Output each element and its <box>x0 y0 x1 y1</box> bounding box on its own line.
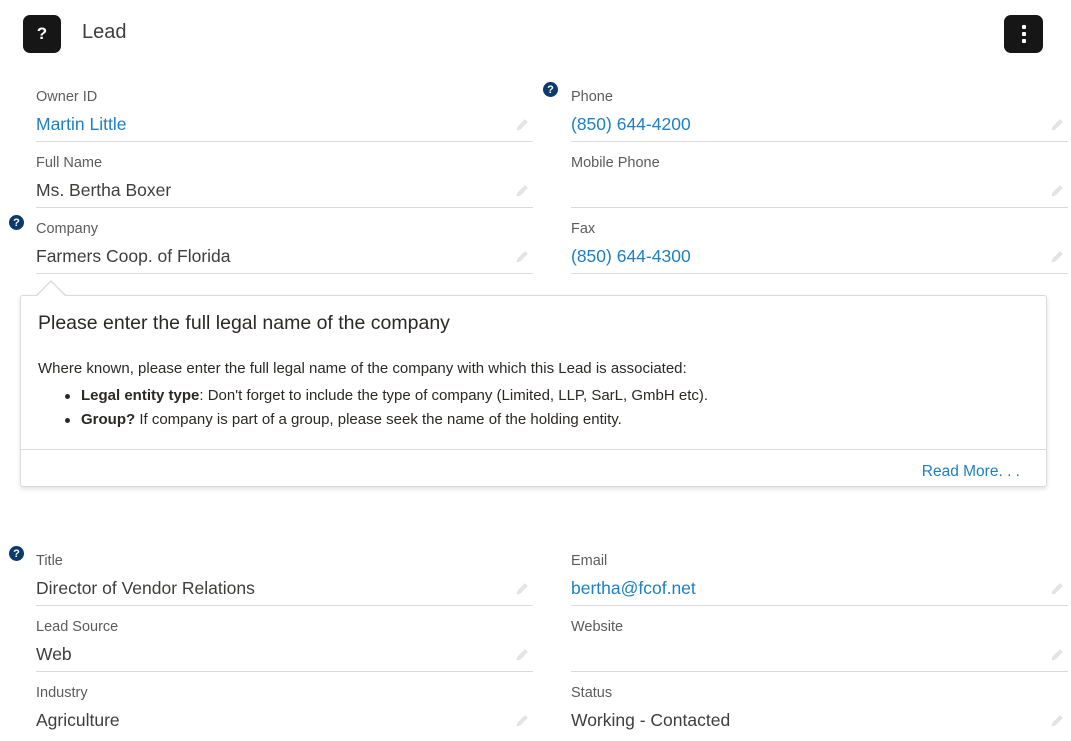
field-owner-id: Owner ID Martin Little <box>36 76 533 142</box>
field-mobile-phone: Mobile Phone <box>571 142 1068 208</box>
edit-pencil-icon[interactable] <box>1051 582 1064 595</box>
field-value: Working - Contacted <box>571 710 731 730</box>
field-status: Status Working - Contacted <box>571 672 1068 738</box>
field-fax: Fax (850) 644-4300 <box>571 208 1068 274</box>
field-value: Ms. Bertha Boxer <box>36 180 172 200</box>
field-website: Website <box>571 606 1068 672</box>
field-value: Web <box>36 644 72 664</box>
field-value: Agriculture <box>36 710 120 730</box>
popover-list-item: Group? If company is part of a group, pl… <box>64 408 708 432</box>
field-label: Title <box>36 553 63 569</box>
edit-pencil-icon[interactable] <box>1051 184 1064 197</box>
field-label: Fax <box>571 221 596 237</box>
edit-pencil-icon[interactable] <box>516 118 529 131</box>
list-item-bold: Group? <box>81 411 136 428</box>
popover-list-item: Legal entity type: Don't forget to inclu… <box>64 384 709 408</box>
field-lead-source: Lead Source Web <box>36 606 533 672</box>
field-full-name: Full Name Ms. Bertha Boxer <box>36 142 533 208</box>
edit-pencil-icon[interactable] <box>516 250 529 263</box>
field-company: Company Farmers Coop. of Florida <box>36 208 533 274</box>
owner-link[interactable]: Martin Little <box>36 114 126 135</box>
field-industry: Industry Agriculture <box>36 672 533 738</box>
company-help-icon[interactable]: ? <box>9 215 24 230</box>
field-label: Owner ID <box>36 89 98 105</box>
help-badge-icon[interactable]: ? <box>23 15 61 53</box>
popover-footer-divider <box>21 449 1046 450</box>
popover-arrow-fill <box>37 282 65 296</box>
email-link[interactable]: bertha@fcof.net <box>571 578 696 599</box>
more-vertical-icon[interactable] <box>1004 15 1043 53</box>
menu-dot <box>1021 39 1026 43</box>
field-label: Company <box>36 221 99 237</box>
field-label: Phone <box>571 89 613 105</box>
menu-dot <box>1021 25 1026 29</box>
list-item-text: If company is part of a group, please se… <box>135 411 622 428</box>
field-divider <box>571 273 1068 274</box>
phone-link[interactable]: (850) 644-4200 <box>571 114 691 135</box>
field-label: Website <box>571 619 624 635</box>
field-label: Full Name <box>36 155 103 171</box>
edit-pencil-icon[interactable] <box>1051 714 1064 727</box>
title-help-icon[interactable]: ? <box>9 546 24 561</box>
field-label: Mobile Phone <box>571 155 660 171</box>
edit-pencil-icon[interactable] <box>1051 118 1064 131</box>
popover-list: Legal entity type: Don't forget to inclu… <box>64 384 709 432</box>
field-phone: Phone (850) 644-4200 <box>571 76 1068 142</box>
list-item-text: : Don't forget to include the type of co… <box>199 387 709 404</box>
popover-title: Please enter the full legal name of the … <box>38 312 450 334</box>
lead-record-page: ? Lead Owner ID Martin Little ? Phone (8… <box>0 0 1071 741</box>
edit-pencil-icon[interactable] <box>516 582 529 595</box>
phone-help-icon[interactable]: ? <box>543 82 558 97</box>
edit-pencil-icon[interactable] <box>1051 648 1064 661</box>
edit-pencil-icon[interactable] <box>516 184 529 197</box>
menu-dot <box>1021 32 1026 36</box>
field-label: Industry <box>36 685 88 701</box>
edit-pencil-icon[interactable] <box>1051 250 1064 263</box>
field-title: Title Director of Vendor Relations <box>36 540 533 606</box>
field-label: Email <box>571 553 608 569</box>
field-value: Director of Vendor Relations <box>36 578 255 598</box>
popover-intro: Where known, please enter the full legal… <box>38 360 687 377</box>
record-header: ? Lead <box>0 0 1071 64</box>
fax-link[interactable]: (850) 644-4300 <box>571 246 691 267</box>
field-email: Email bertha@fcof.net <box>571 540 1068 606</box>
record-title: Lead <box>82 21 127 43</box>
edit-pencil-icon[interactable] <box>516 714 529 727</box>
read-more-link[interactable]: Read More. . . <box>922 463 1020 481</box>
edit-pencil-icon[interactable] <box>516 648 529 661</box>
field-label: Lead Source <box>36 619 119 635</box>
field-divider <box>36 273 533 274</box>
field-value: Farmers Coop. of Florida <box>36 246 231 266</box>
company-help-popover: Please enter the full legal name of the … <box>20 295 1047 487</box>
field-label: Status <box>571 685 613 701</box>
list-item-bold: Legal entity type <box>81 387 200 404</box>
